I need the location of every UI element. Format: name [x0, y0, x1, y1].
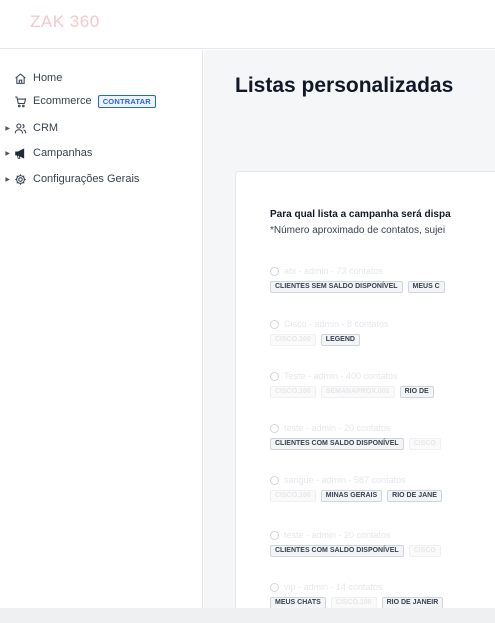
list-option[interactable]: Teste - admin - 400 contatos CISCO.100 S…	[270, 370, 495, 398]
page-title: Listas personalizadas	[235, 74, 454, 97]
list-tag: CISCO.100	[270, 490, 316, 502]
list-option-label: Cisco - admin - 8 contatos	[284, 319, 389, 329]
cart-icon	[13, 94, 27, 108]
chevron-right-icon: ▶	[5, 150, 10, 157]
sidebar-item-campanhas[interactable]: ▶ Campanhas	[0, 144, 92, 162]
bottom-edge	[0, 608, 495, 623]
question-text: Para qual lista a campanha será dispa	[270, 209, 451, 220]
list-option-label: Teste - admin - 400 contatos	[284, 371, 398, 381]
sidebar-item-ecommerce[interactable]: Ecommerce CONTRATAR	[0, 92, 156, 110]
users-icon	[13, 121, 27, 135]
sidebar-item-configuracoes[interactable]: ▶ Configurações Gerais	[0, 170, 139, 188]
radio-button[interactable]	[270, 266, 279, 276]
list-tag: CISCO	[408, 438, 441, 450]
sidebar: Home Ecommerce CONTRATAR ▶ CRM ▶ Campanh…	[0, 50, 203, 623]
list-option-label: abi - admin - 73 contatos	[284, 266, 384, 276]
chevron-right-icon: ▶	[5, 176, 10, 183]
list-tag: LEGEND	[320, 334, 360, 346]
list-option[interactable]: teste - admin - 20 contatos CLIENTES COM…	[270, 529, 495, 557]
radio-button[interactable]	[270, 423, 279, 433]
radio-button[interactable]	[270, 475, 279, 485]
list-option-label: vip - admin - 14 contatos	[284, 582, 383, 592]
list-tag: SEMANAPROX.001	[320, 386, 395, 398]
sidebar-item-crm[interactable]: ▶ CRM	[0, 119, 58, 137]
list-tag: CLIENTES SEM SALDO DISPONÍVEL	[270, 281, 403, 293]
megaphone-icon	[13, 146, 27, 160]
main-content: Listas personalizadas Para qual lista a …	[204, 50, 495, 623]
note-text: *Número aproximado de contatos, sujei	[270, 225, 446, 236]
list-tag: CISCO.100	[270, 386, 316, 398]
list-option[interactable]: teste - admin - 20 contatos CLIENTES COM…	[270, 422, 495, 450]
top-bar: ZAK 360	[0, 0, 495, 49]
radio-button[interactable]	[270, 530, 279, 540]
list-option[interactable]: Cisco - admin - 8 contatos CISCO.100 LEG…	[270, 318, 495, 346]
radio-button[interactable]	[270, 582, 279, 592]
sidebar-item-label: CRM	[33, 122, 59, 134]
list-option-label: sangue - admin - 587 contatos	[284, 475, 406, 485]
home-icon	[13, 71, 27, 85]
list-option[interactable]: vip - admin - 14 contatos MEUS CHATS CIS…	[270, 581, 495, 609]
app-logo[interactable]: ZAK 360	[30, 12, 100, 32]
list-option[interactable]: abi - admin - 73 contatos CLIENTES SEM S…	[270, 265, 495, 293]
sidebar-item-home[interactable]: Home	[0, 69, 62, 87]
list-tag: CLIENTES COM SALDO DISPONÍVEL	[270, 438, 404, 450]
gear-icon	[13, 172, 27, 186]
list-tag: MINAS GERAIS	[320, 490, 383, 502]
list-option[interactable]: sangue - admin - 587 contatos CISCO.100 …	[270, 474, 495, 502]
list-tag: RIO DE JANE	[387, 490, 442, 502]
sidebar-item-label: Campanhas	[33, 147, 93, 159]
sidebar-item-label: Home	[33, 72, 63, 84]
radio-button[interactable]	[270, 371, 279, 381]
contratar-badge[interactable]: CONTRATAR	[97, 94, 156, 108]
list-tag: CLIENTES COM SALDO DISPONÍVEL	[270, 545, 404, 557]
chevron-right-icon: ▶	[5, 125, 10, 132]
list-selection-card: Para qual lista a campanha será dispa *N…	[235, 171, 495, 623]
list-tag: MEUS C	[407, 281, 445, 293]
list-option-label: teste - admin - 20 contatos	[284, 423, 391, 433]
radio-button[interactable]	[270, 319, 279, 329]
sidebar-item-label: Ecommerce	[33, 95, 92, 107]
list-tag: CISCO	[408, 545, 441, 557]
list-tag: CISCO.100	[270, 334, 316, 346]
list-tag: RIO DE	[399, 386, 434, 398]
sidebar-item-label: Configurações Gerais	[33, 173, 140, 185]
list-option-label: teste - admin - 20 contatos	[284, 530, 391, 540]
